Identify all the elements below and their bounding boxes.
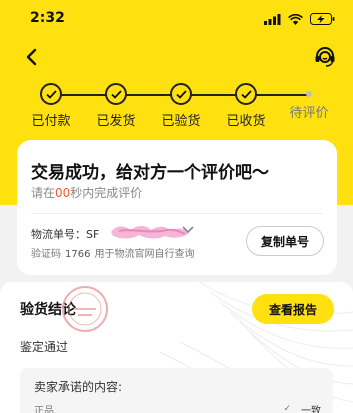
promise-title: 卖家承诺的内容: <box>34 380 123 394</box>
check-icon: ✓ <box>283 404 291 413</box>
step-pending-review: 待评价 <box>279 80 339 121</box>
check-circle-icon <box>105 83 127 105</box>
step-received: 已收货 <box>216 80 276 129</box>
verify-label: 验证码 <box>31 249 61 260</box>
chevron-left-icon <box>26 48 37 66</box>
verify-note: 用于物流官网自行查询 <box>94 249 195 260</box>
order-progress: 已付款 已发货 已验货 已收货 待评价 <box>0 80 353 129</box>
customer-service-icon <box>315 47 335 67</box>
tracking-number-label: 物流单号：SF <box>31 228 100 241</box>
view-report-button[interactable]: 查看报告 <box>252 294 334 324</box>
back-button[interactable] <box>18 44 44 70</box>
promise-row-label: 正品 <box>34 406 54 413</box>
signal-icon <box>264 10 281 29</box>
check-circle-icon <box>40 83 62 105</box>
card-title: 交易成功，给对方一个评价吧～ <box>31 163 269 183</box>
divider <box>31 213 323 214</box>
step-label: 已收货 <box>226 114 266 129</box>
countdown-prefix: 请在 <box>31 186 56 200</box>
inspection-section: 验货结论 查看报告 鉴定通过 卖家承诺的内容: 正品 ✓ 一致 <box>0 282 353 413</box>
wifi-icon <box>288 10 303 29</box>
step-label: 已付款 <box>31 114 71 129</box>
step-label: 已发货 <box>96 114 136 129</box>
promise-row-value: 一致 <box>301 406 321 413</box>
status-bar: 2:32 <box>0 0 353 36</box>
seller-promise-box: 卖家承诺的内容: 正品 ✓ 一致 <box>20 368 333 413</box>
step-label: 待评价 <box>289 106 329 121</box>
pending-dot-icon <box>306 91 312 97</box>
battery-charging-icon <box>310 10 335 29</box>
verified-stamp-icon <box>62 286 108 332</box>
check-circle-icon <box>235 83 257 105</box>
order-status-card: 交易成功，给对方一个评价吧～ 请在00秒内完成评价 物流单号：SF 验证码 176… <box>17 140 337 275</box>
review-countdown: 请在00秒内完成评价 <box>31 184 142 201</box>
check-circle-icon <box>170 83 192 105</box>
inspection-result: 鉴定通过 <box>20 340 69 354</box>
navigation-bar <box>0 40 353 76</box>
countdown-suffix: 秒内完成评价 <box>70 186 143 200</box>
step-shipped: 已发货 <box>86 80 146 129</box>
verify-code: 1766 <box>65 249 91 260</box>
chevron-down-icon[interactable] <box>181 225 195 235</box>
countdown-number: 00 <box>55 186 71 200</box>
step-paid: 已付款 <box>21 80 81 129</box>
verification-code-row: 验证码 1766 用于物流官网自行查询 <box>31 245 194 260</box>
customer-service-button[interactable] <box>311 43 339 71</box>
step-label: 已验货 <box>161 114 201 129</box>
status-time: 2:32 <box>30 10 65 26</box>
step-inspected: 已验货 <box>151 80 211 129</box>
copy-tracking-button[interactable]: 复制单号 <box>246 226 324 256</box>
system-icons <box>264 10 335 29</box>
